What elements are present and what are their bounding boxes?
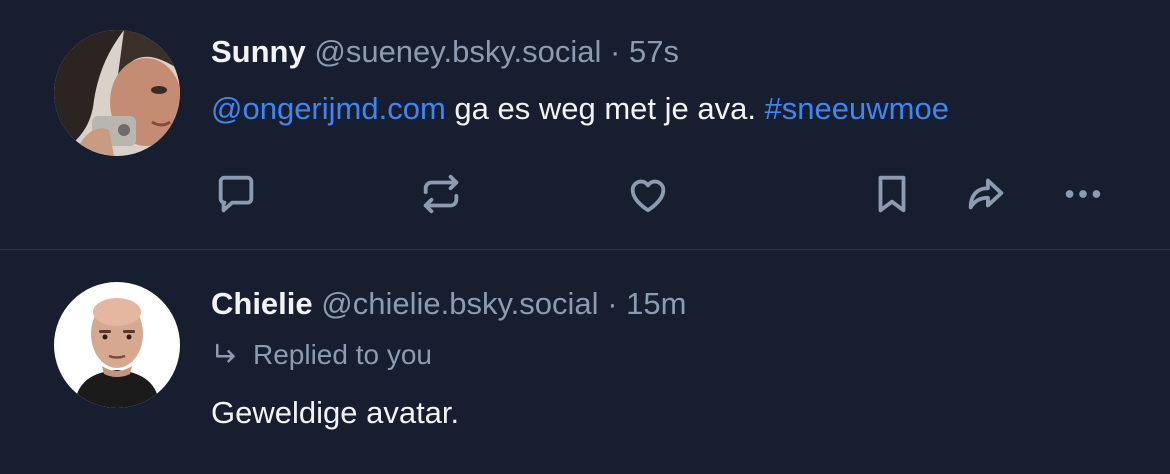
post-time[interactable]: 57s [629, 34, 679, 69]
author-handle[interactable]: @chielie.bsky.social [321, 286, 598, 321]
share-button[interactable] [960, 168, 1012, 220]
avatar-chielie[interactable] [54, 282, 180, 408]
more-icon [1065, 190, 1101, 198]
reply-context: Replied to you [211, 337, 1130, 373]
like-button[interactable] [622, 168, 674, 220]
reply-context-label: Replied to you [253, 339, 433, 370]
post-text: Geweldige avatar. [211, 395, 460, 430]
author-handle[interactable]: @sueney.bsky.social [314, 34, 601, 69]
post-meta: Sunny @sueney.bsky.social · 57s [211, 33, 1130, 71]
post-text: @ongerijmd.com ga es weg met je ava. #sn… [211, 89, 1130, 129]
meta-separator: · [610, 34, 621, 69]
bookmark-button[interactable] [866, 168, 918, 220]
hashtag-link[interactable]: #sneeuwmoe [765, 91, 949, 126]
reply-icon [218, 175, 254, 213]
share-icon [968, 178, 1004, 210]
avatar-sunny[interactable] [54, 30, 180, 156]
more-button[interactable] [1057, 168, 1109, 220]
post-body-text: ga es weg met je ava. [445, 91, 765, 126]
repost-button[interactable] [415, 168, 467, 220]
post-sunny[interactable]: Sunny @sueney.bsky.social · 57s @ongerij… [0, 0, 1170, 250]
like-icon [630, 179, 666, 213]
repost-icon [423, 174, 459, 214]
author-name[interactable]: Sunny [211, 34, 306, 69]
post-meta: Chielie @chielie.bsky.social · 15m [211, 285, 1130, 323]
reply-button[interactable] [210, 168, 262, 220]
bookmark-icon [878, 175, 906, 213]
mention-link[interactable]: @ongerijmd.com [211, 91, 446, 126]
post-actions [0, 168, 1170, 220]
author-name[interactable]: Chielie [211, 286, 313, 321]
post-time[interactable]: 15m [626, 286, 686, 321]
avatar-photo [54, 30, 180, 156]
avatar-photo [54, 282, 180, 408]
meta-separator: · [607, 286, 618, 321]
reply-arrow-icon [216, 343, 235, 363]
post-chielie[interactable]: Chielie @chielie.bsky.social · 15m Repli… [0, 251, 1170, 474]
